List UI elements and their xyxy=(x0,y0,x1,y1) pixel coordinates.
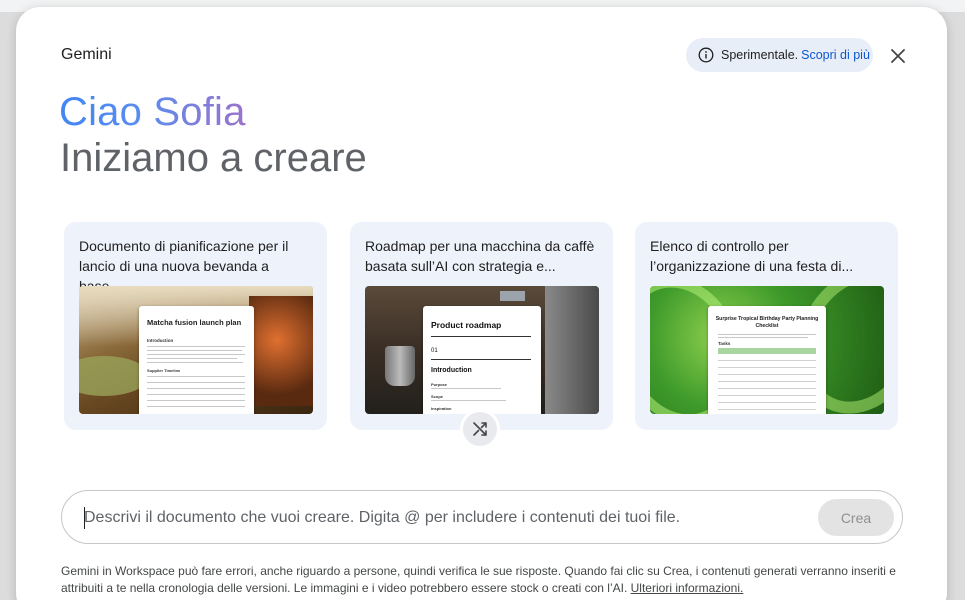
card-thumbnail: Matcha fusion launch plan Introduction S… xyxy=(79,286,313,414)
card-thumbnail: Product roadmap 01 Introduction Purpose … xyxy=(365,286,599,414)
shuffle-button[interactable] xyxy=(460,409,500,449)
doc-preview-heading: Introduction xyxy=(431,367,472,374)
doc-preview-title: Matcha fusion launch plan xyxy=(147,318,242,327)
doc-preview-title: Surprise Tropical Birthday Party Plannin… xyxy=(715,316,819,329)
dialog-brand: Gemini xyxy=(61,46,112,63)
create-button[interactable]: Crea xyxy=(818,499,894,536)
experimental-chip: Sperimentale. Scopri di più xyxy=(686,38,873,72)
card-title: Roadmap per una macchina da caffè basata… xyxy=(365,238,595,274)
close-button[interactable] xyxy=(886,44,910,68)
doc-preview-heading: Introduction xyxy=(147,338,174,343)
doc-preview: Matcha fusion launch plan Introduction S… xyxy=(139,306,254,414)
doc-preview: Surprise Tropical Birthday Party Plannin… xyxy=(708,306,826,414)
doc-preview-section: Supplier Timeline xyxy=(147,368,181,373)
doc-preview: Product roadmap 01 Introduction Purpose … xyxy=(423,306,541,414)
table-rows xyxy=(718,354,816,412)
prompt-input[interactable] xyxy=(84,507,804,529)
close-icon xyxy=(891,49,905,63)
disclaimer-text: Gemini in Workspace può fare errori, anc… xyxy=(61,564,896,595)
greeting-title: Ciao Sofia xyxy=(59,90,246,134)
disclaimer: Gemini in Workspace può fare errori, anc… xyxy=(61,563,911,597)
doc-preview-number: 01 xyxy=(431,348,438,354)
doc-preview-label-inspiration: Inspiration xyxy=(431,406,452,411)
machine-display xyxy=(500,291,525,301)
card-thumbnail: Surprise Tropical Birthday Party Plannin… xyxy=(650,286,884,414)
milk-pitcher xyxy=(385,346,415,386)
suggestion-card-matcha[interactable]: Documento di pianificazione per il lanci… xyxy=(64,222,327,430)
greeting-subtitle: Iniziamo a creare xyxy=(60,136,367,180)
doc-preview-label-scope: Scope xyxy=(431,394,444,399)
card-title: Elenco di controllo per l’organizzazione… xyxy=(650,238,854,274)
learn-more-link[interactable]: Scopri di più xyxy=(801,48,870,62)
experimental-label: Sperimentale. xyxy=(721,48,799,62)
suggestion-card-roadmap[interactable]: Roadmap per una macchina da caffè basata… xyxy=(350,222,613,430)
doc-preview-title: Product roadmap xyxy=(431,320,502,330)
doc-preview-label-purpose: Purpose xyxy=(431,382,448,387)
text-caret xyxy=(84,507,85,529)
warm-light xyxy=(249,296,313,406)
more-info-link[interactable]: Ulteriori informazioni. xyxy=(631,581,744,595)
shuffle-icon xyxy=(473,422,487,436)
gemini-dialog: Gemini Sperimentale. Scopri di più Ciao … xyxy=(16,7,947,600)
espresso-machine xyxy=(545,286,599,414)
info-icon xyxy=(698,47,714,63)
prompt-box: Crea xyxy=(61,490,903,544)
doc-preview-section: Tasks xyxy=(718,341,731,346)
suggestion-card-party[interactable]: Elenco di controllo per l’organizzazione… xyxy=(635,222,898,430)
